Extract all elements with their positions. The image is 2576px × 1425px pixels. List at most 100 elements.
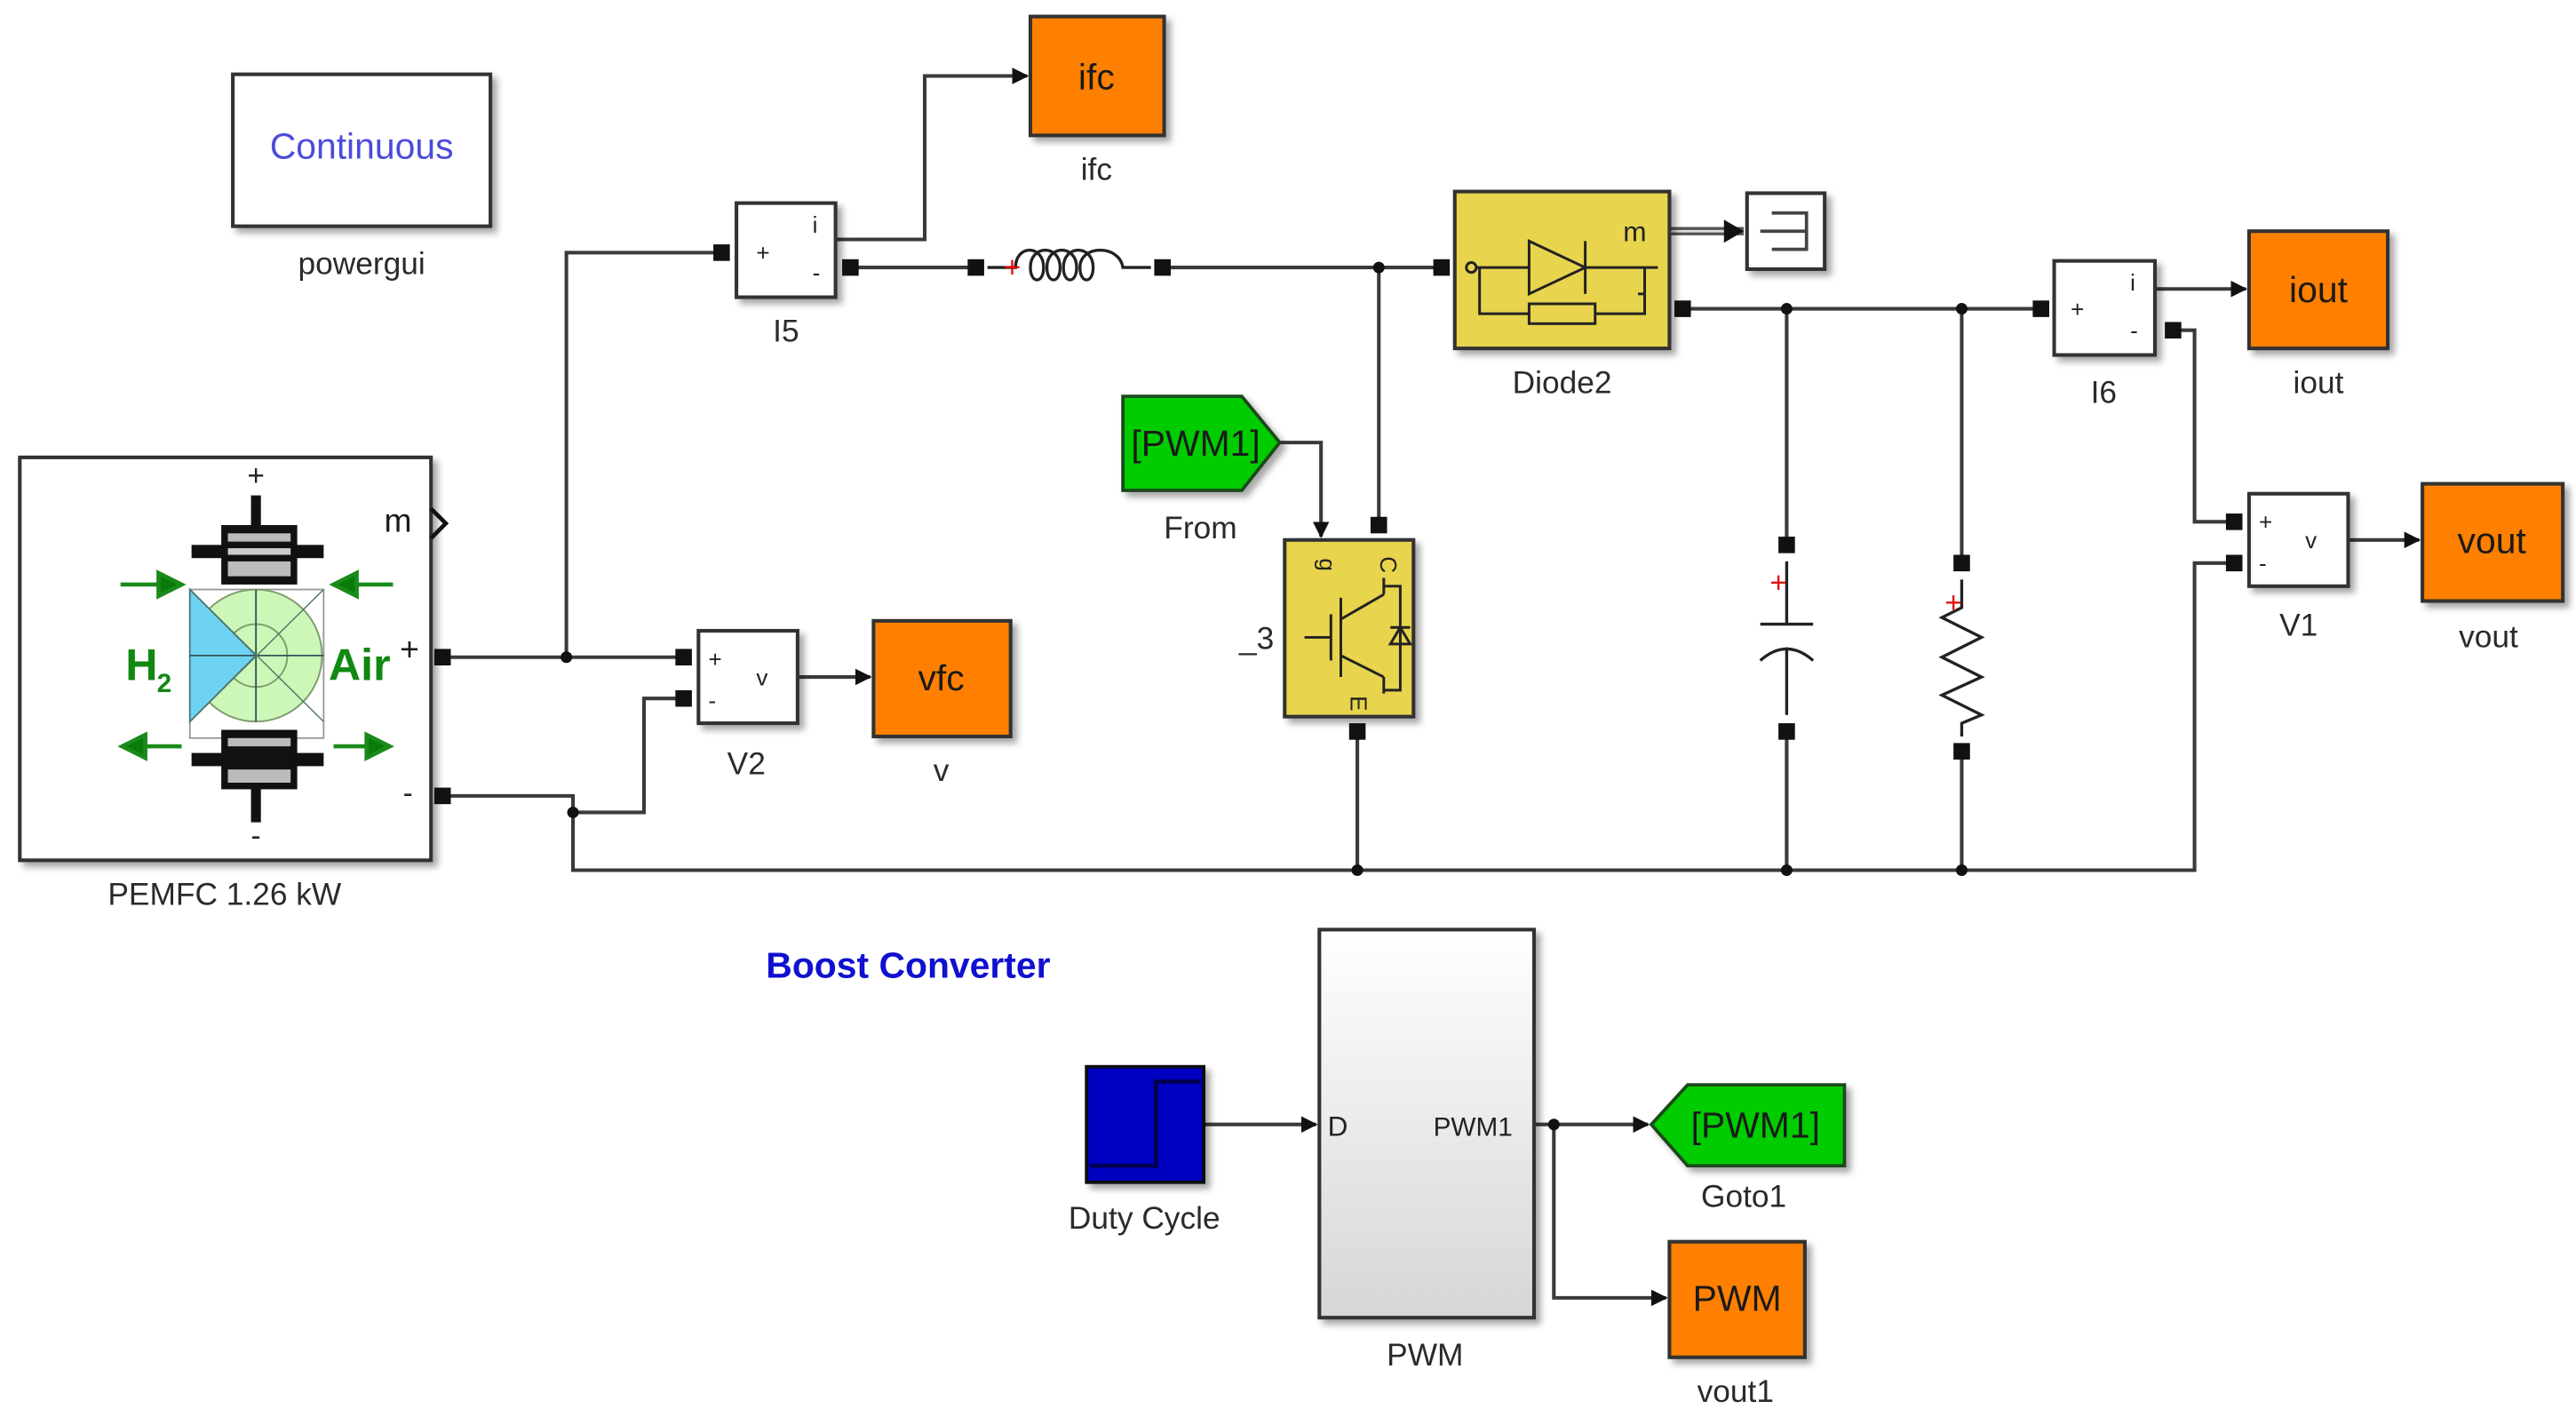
pwm-label: PWM: [1387, 1338, 1463, 1373]
inductor-right-port[interactable]: [1154, 259, 1172, 276]
fc-port-m-label: m: [385, 501, 412, 538]
boost-converter-annotation: Boost Converter: [766, 944, 1050, 985]
ifc-label: ifc: [1081, 153, 1112, 187]
i5-plus-port[interactable]: [713, 244, 730, 261]
igbt-label: _3: [1238, 621, 1274, 656]
v2-plus-port[interactable]: [675, 649, 692, 666]
vfc-scope[interactable]: vfc v: [871, 618, 1013, 788]
terminator-block[interactable]: [1745, 191, 1827, 272]
v1-voltage-measurement[interactable]: + v - V1: [2225, 491, 2350, 643]
wire-i5-ifc[interactable]: [835, 68, 1030, 242]
svg-text:+: +: [2259, 509, 2272, 536]
v1-minus-port[interactable]: [2225, 554, 2243, 572]
pwm-output-port-label: PWM1: [1434, 1113, 1513, 1142]
wire-from-gate[interactable]: [1279, 441, 1330, 538]
capacitor-top-port[interactable]: [1778, 537, 1795, 553]
inductor[interactable]: +: [967, 248, 1172, 285]
diode-cathode-port[interactable]: [1674, 300, 1691, 317]
wire-i6-v1[interactable]: [2179, 328, 2228, 524]
powergui-label: powergui: [298, 247, 425, 282]
vout1-scope[interactable]: PWM vout1: [1667, 1239, 1807, 1409]
diode-m-label: m: [1623, 215, 1646, 247]
iout-scope-text: iout: [2289, 269, 2349, 310]
svg-text:+: +: [2071, 296, 2084, 322]
igbt-c-label: C: [1375, 556, 1402, 573]
diode-label: Diode2: [1513, 365, 1612, 400]
pwm-subsystem[interactable]: D PWM1 PWM: [1317, 927, 1537, 1373]
goto1-tag-text: [PWM1]: [1691, 1105, 1820, 1146]
diode-block[interactable]: m Diode2: [1433, 189, 1691, 401]
capacitor-polarity: +: [1769, 567, 1787, 600]
igbt-collector-port[interactable]: [1370, 516, 1387, 534]
svg-text:-: -: [709, 687, 717, 713]
junction: [561, 651, 573, 664]
simulink-canvas: Continuous powergui + - H 2 Air m + - PE…: [18, 14, 2565, 1409]
goto1-tag[interactable]: [PWM1] Goto1: [1649, 1083, 1847, 1214]
resistor[interactable]: +: [1938, 554, 1985, 760]
junction: [1547, 1119, 1560, 1131]
i6-plus-port[interactable]: [2032, 300, 2049, 317]
h2-subscript: 2: [157, 669, 172, 698]
powergui-block[interactable]: Continuous powergui: [231, 72, 493, 282]
i6-current-measurement[interactable]: + i - I6: [2032, 259, 2182, 410]
ifc-scope-text: ifc: [1078, 56, 1115, 97]
svg-text:-: -: [813, 259, 821, 286]
duty-cycle-step-block[interactable]: Duty Cycle: [1069, 1064, 1220, 1236]
inductor-left-port[interactable]: [967, 259, 984, 276]
diode-anode-port[interactable]: [1433, 259, 1451, 276]
junction: [1955, 303, 1968, 315]
junction: [567, 806, 579, 818]
resistor-top-port[interactable]: [1953, 554, 1970, 572]
from-tag-text: [PWM1]: [1131, 423, 1260, 464]
fc-port-plus-label: +: [400, 630, 419, 667]
goto1-label: Goto1: [1701, 1180, 1786, 1214]
vout-label: vout: [2459, 620, 2518, 655]
wire-fc-plus-i5[interactable]: [564, 251, 715, 657]
junction: [1372, 261, 1385, 274]
svg-text:-: -: [2130, 317, 2138, 344]
vout1-label: vout1: [1697, 1374, 1774, 1409]
svg-text:+: +: [247, 459, 265, 492]
resistor-bottom-port[interactable]: [1953, 743, 1970, 760]
wire-v2-minus[interactable]: [573, 697, 678, 815]
powergui-mode-text: Continuous: [270, 125, 454, 166]
capacitor[interactable]: +: [1759, 537, 1815, 740]
air-label: Air: [329, 641, 391, 690]
pwm-input-port-label: D: [1328, 1111, 1348, 1142]
fc-port-minus-label: -: [403, 776, 413, 809]
svg-text:-: -: [2259, 550, 2267, 577]
v1-plus-port[interactable]: [2225, 513, 2243, 530]
fc-plus-port[interactable]: [433, 649, 451, 666]
resistor-polarity: +: [1944, 587, 1962, 620]
v2-voltage-measurement[interactable]: + v - V2: [675, 628, 799, 782]
from-tag[interactable]: [PWM1] From: [1121, 394, 1283, 545]
igbt-e-label: E: [1346, 696, 1372, 711]
svg-text:v: v: [756, 664, 767, 690]
svg-text:i: i: [813, 211, 818, 238]
vfc-scope-text: vfc: [918, 657, 964, 698]
fuel-cell-block[interactable]: + - H 2 Air m + - PEMFC 1.26 kW: [18, 455, 451, 912]
iout-label: iout: [2294, 365, 2344, 400]
from-label: From: [1164, 511, 1236, 545]
svg-text:i: i: [2130, 269, 2135, 296]
junction: [1351, 864, 1364, 877]
vout-scope[interactable]: vout vout: [2421, 482, 2565, 655]
igbt-emitter-port[interactable]: [1348, 723, 1366, 740]
igbt-block[interactable]: g C E _3: [1238, 516, 1416, 740]
h2-label: H: [125, 641, 157, 690]
svg-text:-: -: [251, 820, 261, 853]
wire-pwm-scope[interactable]: [1552, 1124, 1668, 1307]
i6-minus-port[interactable]: [2165, 322, 2182, 339]
v2-minus-port[interactable]: [675, 689, 692, 707]
svg-text:+: +: [709, 646, 722, 673]
i5-current-measurement[interactable]: + i - I5: [713, 201, 859, 349]
vfc-label: v: [934, 753, 950, 788]
fc-m-port[interactable]: [429, 506, 449, 540]
i5-minus-port[interactable]: [842, 259, 859, 276]
vout-scope-text: vout: [2458, 521, 2527, 561]
ifc-scope[interactable]: ifc ifc: [1028, 14, 1166, 187]
fc-minus-port[interactable]: [433, 787, 451, 805]
capacitor-bottom-port[interactable]: [1778, 723, 1795, 740]
junction: [1955, 864, 1968, 877]
iout-scope[interactable]: iout iout: [2246, 229, 2390, 400]
